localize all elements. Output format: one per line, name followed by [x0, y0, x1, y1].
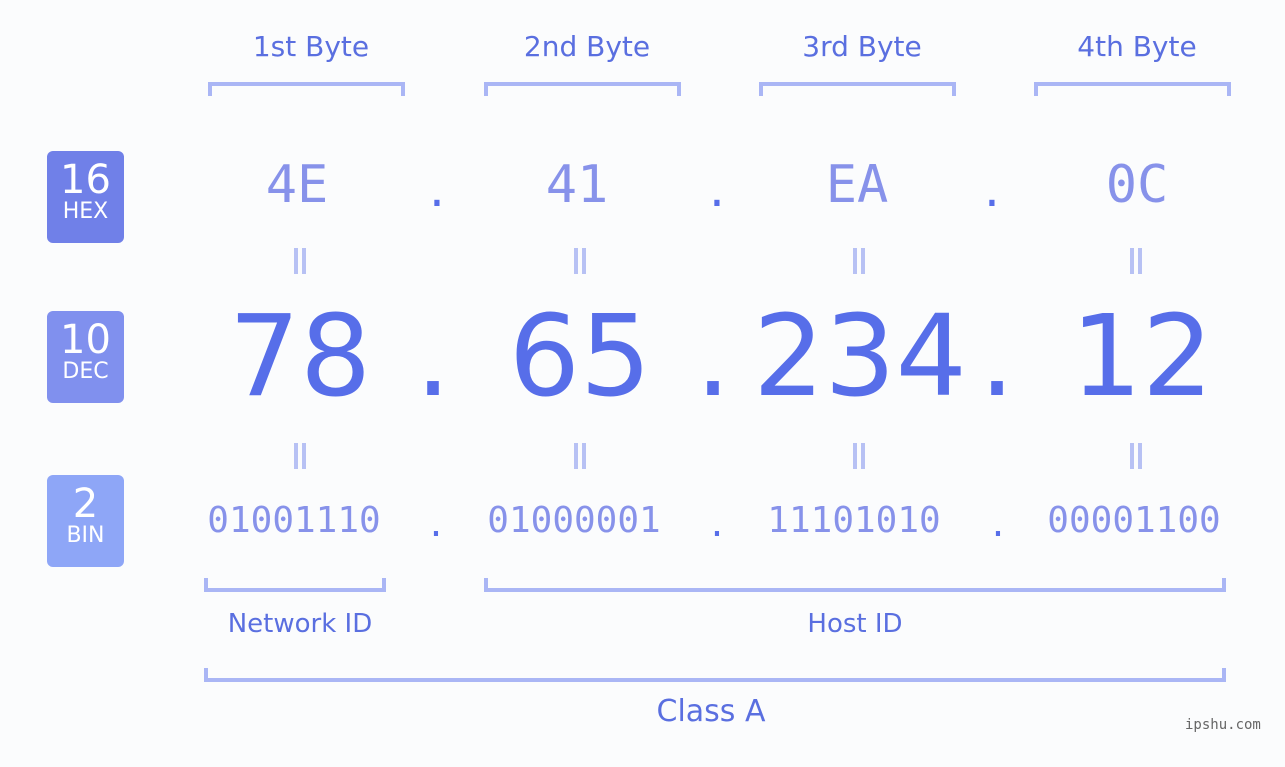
dec-separator-1: . [415, 292, 451, 422]
byte-bracket-3 [759, 82, 956, 96]
byte-label-2: 2nd Byte [523, 30, 651, 63]
equals-icon [570, 248, 590, 274]
equals-icon [1126, 443, 1146, 469]
hex-separator-3: . [984, 160, 1000, 218]
dec-value-2: 65 [508, 292, 652, 422]
network-id-label: Network ID [227, 609, 373, 639]
hex-badge-label: HEX [62, 199, 109, 224]
hex-badge-number: 16 [60, 157, 111, 203]
equals-icon [290, 248, 310, 274]
equals-icon [849, 443, 869, 469]
dec-badge-label: DEC [62, 359, 109, 384]
bin-separator-1: . [429, 500, 443, 546]
bin-badge-label: BIN [66, 523, 105, 548]
host-id-label: Host ID [807, 609, 903, 639]
equals-icon [1126, 248, 1146, 274]
watermark: ipshu.com [1185, 717, 1261, 733]
byte-label-3: 3rd Byte [802, 30, 922, 63]
hex-value-2: 41 [545, 155, 609, 215]
byte-bracket-4 [1034, 82, 1231, 96]
network-id-bracket [204, 578, 386, 592]
hex-value-4: 0C [1105, 155, 1169, 215]
hex-value-3: EA [825, 155, 889, 215]
equals-icon [290, 443, 310, 469]
bin-value-1: 01001110 [207, 500, 381, 541]
bin-badge: 2 BIN [47, 475, 124, 567]
bin-value-2: 01000001 [487, 500, 661, 541]
dec-value-1: 78 [228, 292, 372, 422]
byte-bracket-1 [208, 82, 405, 96]
bin-separator-2: . [710, 500, 724, 546]
bin-value-4: 00001100 [1047, 500, 1221, 541]
byte-bracket-2 [484, 82, 681, 96]
class-label: Class A [656, 694, 766, 729]
dec-badge-number: 10 [60, 317, 111, 363]
bin-value-3: 11101010 [767, 500, 941, 541]
dec-badge: 10 DEC [47, 311, 124, 403]
dec-separator-2: . [695, 292, 731, 422]
hex-value-1: 4E [265, 155, 329, 215]
dec-value-4: 12 [1070, 292, 1214, 422]
host-id-bracket [484, 578, 1226, 592]
bin-badge-number: 2 [72, 481, 99, 527]
byte-label-1: 1st Byte [252, 30, 370, 63]
dec-separator-3: . [979, 292, 1015, 422]
dec-value-3: 234 [753, 292, 967, 422]
equals-icon [570, 443, 590, 469]
byte-label-4: 4th Byte [1077, 30, 1197, 63]
equals-icon [849, 248, 869, 274]
hex-separator-2: . [709, 160, 725, 218]
hex-separator-1: . [429, 160, 445, 218]
bin-separator-3: . [991, 500, 1005, 546]
class-bracket [204, 668, 1226, 682]
hex-badge: 16 HEX [47, 151, 124, 243]
